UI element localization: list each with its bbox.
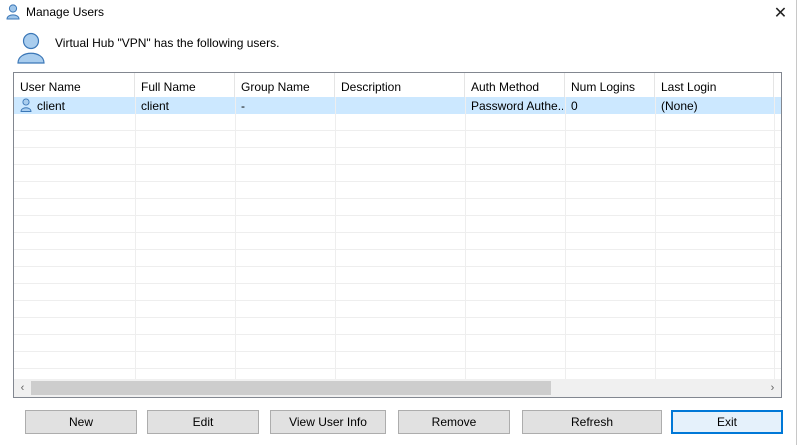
user-icon (17, 32, 45, 64)
cell-group-name: - (241, 99, 245, 113)
empty-row (14, 148, 781, 165)
column-header-description[interactable]: Description (335, 73, 465, 97)
empty-row (14, 131, 781, 148)
cell-auth-method: Password Authe... (471, 99, 563, 113)
list-header: User Name Full Name Group Name Descripti… (14, 73, 774, 97)
column-divider (655, 97, 656, 379)
view-user-info-button[interactable]: View User Info (270, 410, 386, 434)
new-button[interactable]: New (25, 410, 137, 434)
table-row[interactable]: client client - Password Authe... 0 (Non… (14, 97, 781, 114)
empty-row (14, 267, 781, 284)
empty-row (14, 301, 781, 318)
edit-button[interactable]: Edit (147, 410, 259, 434)
cell-user-name: client (37, 99, 66, 113)
refresh-button[interactable]: Refresh (522, 410, 662, 434)
column-header-last-login[interactable]: Last Login (655, 73, 774, 97)
cell-full-name: client (141, 99, 170, 113)
column-divider (135, 97, 136, 379)
close-button[interactable]: ✕ (764, 0, 797, 26)
window-title: Manage Users (26, 5, 105, 19)
horizontal-scrollbar[interactable]: ‹ › (14, 379, 781, 397)
empty-row (14, 114, 781, 131)
column-divider (774, 97, 775, 379)
empty-row (14, 199, 781, 216)
column-header-user-name[interactable]: User Name (14, 73, 135, 97)
remove-button[interactable]: Remove (398, 410, 510, 434)
empty-row (14, 233, 781, 250)
empty-row (14, 182, 781, 199)
scroll-right-button[interactable]: › (764, 379, 781, 397)
empty-row (14, 216, 781, 233)
column-header-auth-method[interactable]: Auth Method (465, 73, 565, 97)
empty-row (14, 165, 781, 182)
scroll-left-button[interactable]: ‹ (14, 379, 31, 397)
column-header-full-name[interactable]: Full Name (135, 73, 235, 97)
column-divider (235, 97, 236, 379)
list-body: client client - Password Authe... 0 (Non… (14, 97, 781, 379)
empty-row (14, 352, 781, 369)
column-header-num-logins[interactable]: Num Logins (565, 73, 655, 97)
scroll-thumb[interactable] (31, 381, 551, 395)
cell-num-logins: 0 (571, 99, 578, 113)
user-icon (6, 4, 20, 20)
empty-row (14, 335, 781, 352)
column-divider (335, 97, 336, 379)
empty-row (14, 284, 781, 301)
user-icon (20, 98, 32, 112)
empty-row (14, 318, 781, 335)
column-divider (565, 97, 566, 379)
empty-row (14, 250, 781, 267)
cell-last-login: (None) (661, 99, 698, 113)
header-description: Virtual Hub "VPN" has the following user… (55, 36, 280, 50)
exit-button[interactable]: Exit (671, 410, 783, 434)
column-divider (465, 97, 466, 379)
users-list[interactable]: User Name Full Name Group Name Descripti… (13, 72, 782, 398)
title-bar: Manage Users ✕ (0, 0, 797, 26)
column-header-group-name[interactable]: Group Name (235, 73, 335, 97)
